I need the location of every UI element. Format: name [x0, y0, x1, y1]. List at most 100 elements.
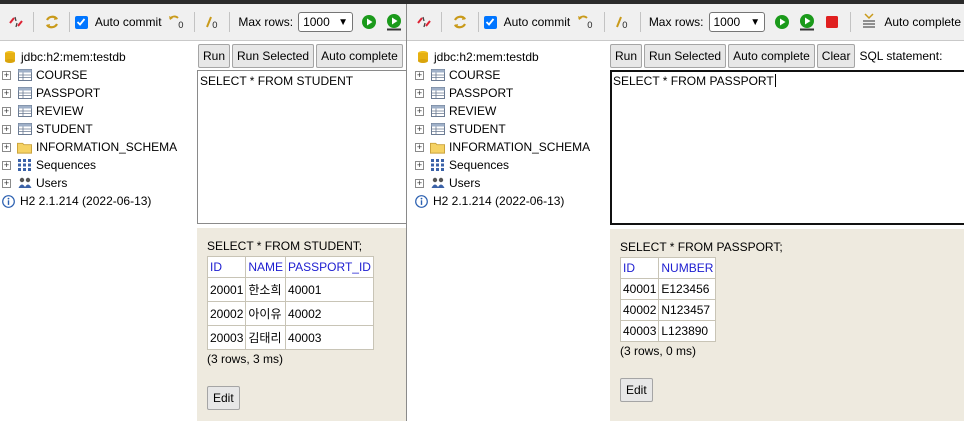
disconnect-icon[interactable] — [5, 10, 27, 34]
expand-icon[interactable]: + — [415, 88, 424, 98]
tree-item-review[interactable]: + REVIEW — [413, 102, 609, 120]
table-cell: E123456 — [658, 278, 717, 300]
left-console-panel: Auto commit 0 0 Max rows: 1000 ▼ jdbc:h2… — [0, 4, 406, 421]
tree-item-course[interactable]: + COURSE — [413, 66, 609, 84]
run-icon[interactable] — [770, 10, 793, 34]
refresh-icon[interactable] — [448, 10, 471, 34]
column-header[interactable]: ID — [619, 257, 660, 279]
auto-commit-checkbox[interactable]: Auto commit — [74, 15, 165, 29]
column-header[interactable]: ID — [206, 256, 247, 278]
expand-icon[interactable]: + — [2, 88, 11, 98]
users-icon — [430, 176, 445, 190]
tree-item-information-schema[interactable]: + INFORMATION_SCHEMA — [413, 138, 609, 156]
expand-icon[interactable]: + — [2, 124, 11, 134]
rollback-icon[interactable]: 0 — [166, 10, 188, 34]
expand-icon[interactable]: + — [415, 160, 424, 170]
max-rows-value: 1000 — [713, 15, 741, 29]
table-row: 40002 N123457 — [619, 299, 717, 321]
column-header[interactable]: PASSPORT_ID — [285, 256, 374, 278]
tree-item-passport[interactable]: + PASSPORT — [413, 84, 609, 102]
tree-item-label: COURSE — [36, 68, 88, 82]
expand-icon[interactable]: + — [415, 124, 424, 134]
toolbar-separator — [477, 12, 479, 32]
tree-connection[interactable]: jdbc:h2:mem:testdb — [0, 48, 196, 66]
run-selected-button[interactable]: Run Selected — [644, 44, 727, 68]
auto-complete-button[interactable]: Auto complete — [316, 44, 403, 68]
table-icon — [430, 104, 445, 118]
run-button[interactable]: Run — [610, 44, 643, 68]
sql-statement-label: SQL statement: — [859, 49, 943, 63]
tree-item-label: INFORMATION_SCHEMA — [36, 140, 178, 154]
expand-icon[interactable]: + — [415, 178, 424, 188]
schema-tree: jdbc:h2:mem:testdb + COURSE + PASSPORT +… — [0, 48, 196, 210]
chevron-down-icon: ▼ — [750, 16, 761, 28]
auto-commit-checkbox[interactable]: Auto commit — [483, 15, 574, 29]
max-rows-label: Max rows: — [648, 15, 704, 29]
run-selected-icon[interactable] — [383, 10, 405, 34]
auto-complete-icon[interactable] — [857, 10, 880, 34]
disconnect-icon[interactable] — [412, 10, 435, 34]
tree-connection[interactable]: jdbc:h2:mem:testdb — [413, 48, 609, 66]
tree-item-passport[interactable]: + PASSPORT — [0, 84, 196, 102]
table-cell: 40003 — [285, 325, 374, 350]
toolbar-separator — [68, 12, 70, 32]
run-icon[interactable] — [358, 10, 380, 34]
max-rows-select[interactable]: 1000 ▼ — [708, 12, 766, 32]
max-rows-select[interactable]: 1000 ▼ — [298, 12, 354, 32]
expand-icon[interactable]: + — [2, 178, 11, 188]
auto-complete-button[interactable]: Auto complete — [728, 44, 815, 68]
run-button[interactable]: Run — [198, 44, 231, 68]
result-table: ID NUMBER 40001 E123456 40002 N123457 40… — [619, 257, 717, 342]
table-cell: 한소희 — [245, 277, 287, 302]
tree-item-course[interactable]: + COURSE — [0, 66, 196, 84]
edit-button[interactable]: Edit — [207, 386, 240, 410]
refresh-icon[interactable] — [40, 10, 62, 34]
expand-icon[interactable]: + — [2, 142, 11, 152]
folder-icon — [430, 140, 445, 154]
expand-icon[interactable]: + — [2, 70, 11, 80]
sql-editor[interactable]: SELECT * FROM PASSPORT — [610, 70, 964, 225]
expand-icon[interactable]: + — [2, 160, 11, 170]
commit-icon[interactable]: 0 — [201, 10, 223, 34]
expand-icon[interactable]: + — [2, 106, 11, 116]
table-icon — [17, 68, 32, 82]
expand-icon[interactable]: + — [415, 106, 424, 116]
svg-text:0: 0 — [178, 21, 184, 31]
clear-button[interactable]: Clear — [816, 44, 856, 68]
chevron-down-icon: ▼ — [338, 16, 349, 28]
tree-item-users[interactable]: + Users — [0, 174, 196, 192]
max-rows-value: 1000 — [303, 15, 330, 29]
users-icon — [17, 176, 32, 190]
table-cell: 40003 — [619, 320, 660, 342]
checkbox-checked-icon[interactable] — [483, 15, 497, 29]
table-icon — [430, 86, 445, 100]
stop-icon[interactable] — [821, 10, 844, 34]
rollback-icon[interactable]: 0 — [574, 10, 597, 34]
tree-item-sequences[interactable]: + Sequences — [413, 156, 609, 174]
tree-item-label: PASSPORT — [36, 86, 101, 100]
commit-icon[interactable]: 0 — [611, 10, 634, 34]
edit-button[interactable]: Edit — [620, 378, 653, 402]
tree-item-users[interactable]: + Users — [413, 174, 609, 192]
result-table: ID NAME PASSPORT_ID 20001 한소희 40001 2000… — [206, 256, 374, 350]
toolbar-separator — [850, 12, 852, 32]
sql-editor[interactable]: SELECT * FROM STUDENT — [197, 70, 406, 224]
tree-item-label: Sequences — [449, 158, 510, 172]
expand-icon[interactable]: + — [415, 70, 424, 80]
table-row: 20001 한소희 40001 — [206, 277, 374, 302]
column-header[interactable]: NUMBER — [658, 257, 717, 279]
tree-item-information-schema[interactable]: + INFORMATION_SCHEMA — [0, 138, 196, 156]
checkbox-checked-icon[interactable] — [74, 15, 88, 29]
tree-item-review[interactable]: + REVIEW — [0, 102, 196, 120]
expand-icon[interactable]: + — [415, 142, 424, 152]
run-selected-icon[interactable] — [795, 10, 818, 34]
connection-label: jdbc:h2:mem:testdb — [21, 50, 126, 64]
auto-complete-label: Auto complete — [884, 15, 962, 29]
tree-item-sequences[interactable]: + Sequences — [0, 156, 196, 174]
svg-text:0: 0 — [212, 21, 218, 31]
column-header[interactable]: NAME — [245, 256, 287, 278]
tree-item-student[interactable]: + STUDENT — [413, 120, 609, 138]
run-selected-button[interactable]: Run Selected — [232, 44, 315, 68]
result-panel: SELECT * FROM PASSPORT; ID NUMBER 40001 … — [610, 229, 964, 421]
tree-item-student[interactable]: + STUDENT — [0, 120, 196, 138]
